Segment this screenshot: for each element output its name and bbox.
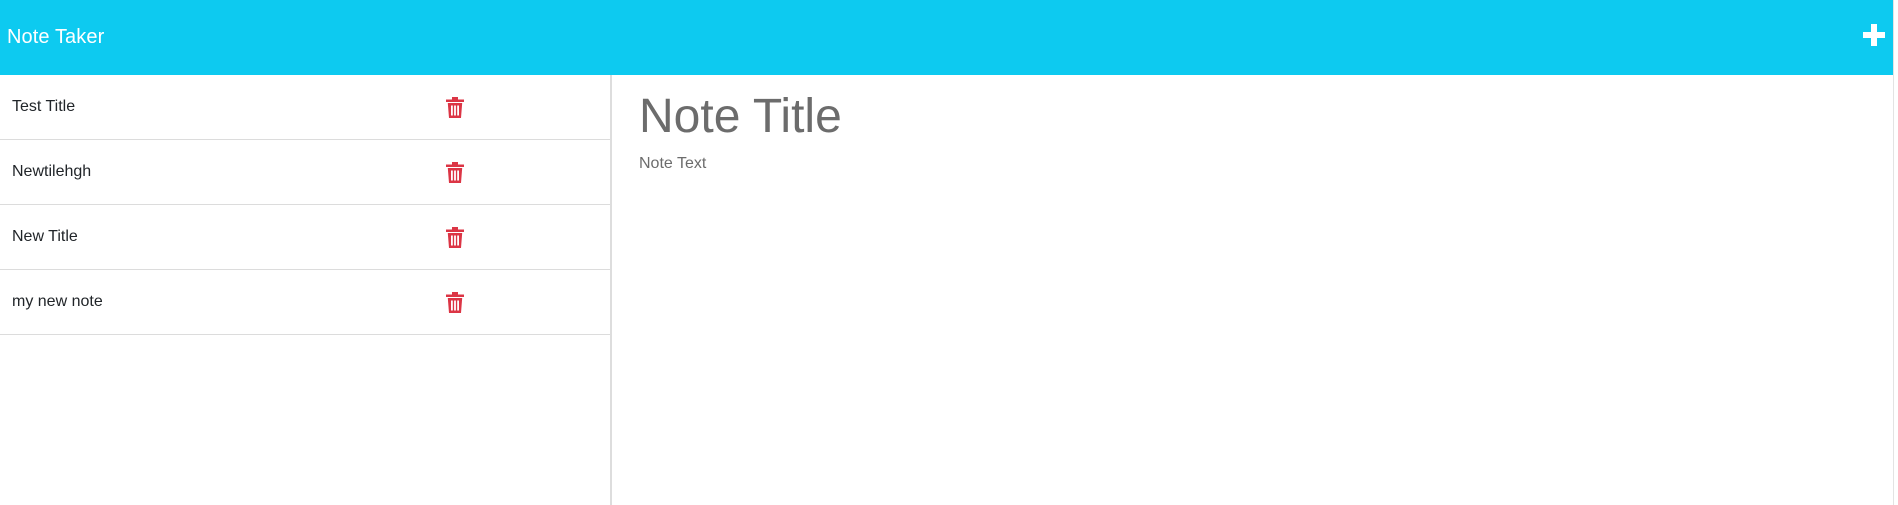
note-item-title: my new note: [12, 293, 103, 310]
list-item[interactable]: New Title: [0, 205, 610, 270]
note-editor: [612, 75, 1893, 505]
note-item-title: New Title: [12, 228, 78, 245]
note-item-title: Test Title: [12, 98, 76, 115]
trash-icon[interactable]: [446, 162, 464, 183]
app-title: Note Taker: [7, 26, 105, 48]
list-item[interactable]: my new note: [0, 270, 610, 335]
note-title-input[interactable]: [639, 85, 1839, 147]
trash-icon[interactable]: [446, 227, 464, 248]
window-edge: [1893, 0, 1898, 505]
note-text-input[interactable]: [639, 155, 1839, 455]
list-item[interactable]: Newtilehgh: [0, 140, 610, 205]
trash-icon[interactable]: [446, 97, 464, 118]
note-list: Test Title Newtilehgh New Title my new n…: [0, 75, 610, 335]
note-taker-app: Note Taker Test Title Newtilehgh New Tit…: [0, 0, 1898, 505]
note-item-title: Newtilehgh: [12, 163, 92, 180]
list-item[interactable]: Test Title: [0, 75, 610, 140]
navbar: Note Taker: [0, 0, 1893, 75]
note-list-panel: Test Title Newtilehgh New Title my new n…: [0, 75, 612, 505]
trash-icon[interactable]: [446, 292, 464, 313]
plus-icon[interactable]: [1861, 22, 1887, 48]
